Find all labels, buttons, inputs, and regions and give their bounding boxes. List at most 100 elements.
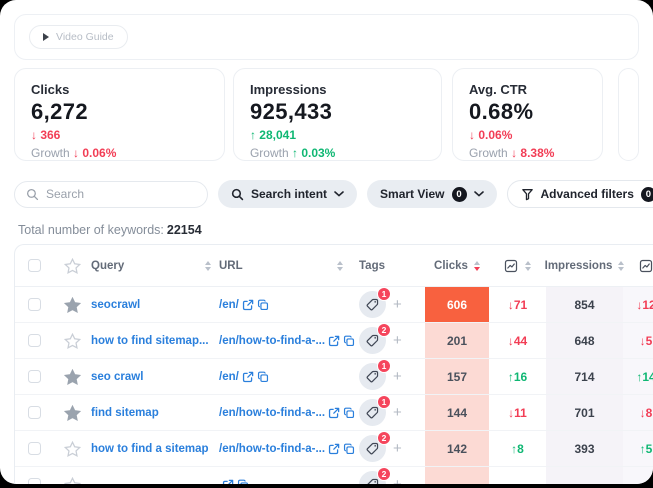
tag-icon	[366, 334, 379, 347]
stat-growth: Growth ↓ 8.38%	[469, 146, 586, 160]
tag-count-badge: 1	[377, 395, 391, 409]
query-link[interactable]: seo crawl	[91, 371, 143, 383]
keywords-count: 22154	[167, 223, 202, 237]
star-toggle[interactable]	[64, 333, 81, 349]
external-link-icon[interactable]	[328, 443, 340, 455]
row-checkbox[interactable]	[28, 478, 41, 484]
row-checkbox[interactable]	[28, 334, 41, 347]
search-input[interactable]	[46, 187, 196, 201]
tag-count-badge: 2	[377, 323, 391, 337]
stat-growth: Growth ↓ 0.06%	[31, 146, 208, 160]
keywords-summary-label: Total number of keywords:	[18, 223, 164, 237]
sort-icon[interactable]	[205, 261, 211, 271]
growth-value: ↓ 0.06%	[73, 146, 116, 160]
copy-icon[interactable]	[257, 371, 269, 383]
clicks-delta: ↓11	[489, 395, 546, 430]
clicks-trend-chart-icon[interactable]	[504, 259, 518, 273]
star-toggle[interactable]	[64, 297, 81, 313]
search-icon	[26, 188, 39, 201]
url-link[interactable]: /en/how-to-find-a-...	[219, 335, 325, 347]
tag-count-badge: 2	[377, 467, 391, 481]
tag-icon	[366, 298, 379, 311]
row-checkbox[interactable]	[28, 406, 41, 419]
screenshot-stage: Video Guide Clicks 6,272 ↓ 366 Growth ↓ …	[0, 0, 653, 488]
copy-icon[interactable]	[257, 299, 269, 311]
table-header-row: Query URL Tags Clicks Impressions	[15, 245, 653, 287]
copy-icon[interactable]	[237, 479, 249, 485]
table-row: seocrawl /en/ 1 + 606 ↓71 854 ↓12	[15, 287, 653, 323]
filter-bar: Search intent Smart View 0 Advanced filt…	[14, 180, 639, 208]
url-link[interactable]: /en/how-to-find-a-...	[219, 443, 325, 455]
smart-view-label: Smart View	[380, 187, 444, 201]
star-column-header[interactable]	[64, 258, 81, 274]
header-impressions[interactable]: Impressions	[545, 260, 613, 272]
sort-icon[interactable]	[337, 261, 343, 271]
tag-button[interactable]: 1	[359, 363, 386, 390]
row-checkbox[interactable]	[28, 442, 41, 455]
clicks-delta: ↑8	[489, 431, 546, 466]
external-link-icon[interactable]	[242, 299, 254, 311]
growth-value: ↑ 0.03%	[292, 146, 335, 160]
star-toggle[interactable]	[64, 405, 81, 421]
row-checkbox[interactable]	[28, 370, 41, 383]
url-link[interactable]: /en/how-to-find-a-...	[219, 407, 325, 419]
stat-delta: ↑ 28,041	[250, 128, 425, 142]
stat-card-impressions: Impressions 925,433 ↑ 28,041 Growth ↑ 0.…	[233, 68, 442, 161]
external-link-icon[interactable]	[328, 407, 340, 419]
add-tag-button[interactable]: +	[393, 369, 402, 384]
tag-icon	[366, 478, 379, 484]
growth-label: Growth	[469, 146, 508, 160]
search-box[interactable]	[14, 181, 208, 208]
add-tag-button[interactable]: +	[393, 297, 402, 312]
star-toggle[interactable]	[64, 477, 81, 485]
impressions-value: 393	[546, 431, 623, 466]
app-window: Video Guide Clicks 6,272 ↓ 366 Growth ↓ …	[0, 0, 653, 484]
header-query[interactable]: Query	[91, 260, 124, 272]
funnel-icon	[521, 188, 534, 201]
table-row: how to find sitemap... /en/how-to-find-a…	[15, 323, 653, 359]
smart-view-button[interactable]: Smart View 0	[367, 180, 496, 208]
query-link[interactable]: find sitemap	[91, 407, 159, 419]
video-guide-button[interactable]: Video Guide	[29, 25, 128, 49]
impressions-trend-chart-icon[interactable]	[639, 259, 653, 273]
keywords-summary: Total number of keywords:22154	[18, 223, 653, 237]
header-clicks[interactable]: Clicks	[434, 260, 468, 272]
query-link[interactable]: how to find a sitemap	[91, 443, 209, 455]
external-link-icon[interactable]	[242, 371, 254, 383]
tag-button[interactable]: 2	[359, 435, 386, 462]
stat-card-avg-ctr: Avg. CTR 0.68% ↓ 0.06% Growth ↓ 8.38%	[452, 68, 603, 161]
sort-icon[interactable]	[525, 261, 531, 271]
header-url[interactable]: URL	[219, 260, 243, 272]
tag-button[interactable]: 1	[359, 291, 386, 318]
star-toggle[interactable]	[64, 441, 81, 457]
add-tag-button[interactable]: +	[393, 333, 402, 348]
advanced-filters-button[interactable]: Advanced filters 0	[507, 180, 653, 208]
tag-button[interactable]: 2	[359, 327, 386, 354]
url-link[interactable]: /en/	[219, 371, 239, 383]
tag-button[interactable]: 1	[359, 399, 386, 426]
tag-button[interactable]: 2	[359, 471, 386, 484]
search-intent-button[interactable]: Search intent	[218, 180, 357, 208]
clicks-value: 144	[425, 395, 489, 430]
select-all-checkbox[interactable]	[28, 259, 41, 272]
stat-card-clicks: Clicks 6,272 ↓ 366 Growth ↓ 0.06%	[14, 68, 225, 161]
star-toggle[interactable]	[64, 369, 81, 385]
stat-value: 6,272	[31, 99, 208, 125]
table-body: seocrawl /en/ 1 + 606 ↓71 854 ↓12	[15, 287, 653, 484]
impressions-delta: ↓8	[623, 395, 653, 430]
add-tag-button[interactable]: +	[393, 405, 402, 420]
add-tag-button[interactable]: +	[393, 441, 402, 456]
row-checkbox[interactable]	[28, 298, 41, 311]
stats-row: Clicks 6,272 ↓ 366 Growth ↓ 0.06% Impres…	[14, 68, 639, 161]
query-link[interactable]: seocrawl	[91, 299, 140, 311]
external-link-icon[interactable]	[328, 335, 340, 347]
clicks-value: 201	[425, 323, 489, 358]
stat-title: Impressions	[250, 82, 425, 97]
add-tag-button[interactable]: +	[393, 477, 402, 484]
query-link[interactable]: how to find sitemap...	[91, 335, 209, 347]
sort-icon-active[interactable]	[474, 261, 480, 271]
url-link[interactable]: /en/	[219, 299, 239, 311]
smart-view-count-badge: 0	[452, 187, 467, 202]
external-link-icon[interactable]	[222, 479, 234, 485]
impressions-value: 648	[546, 323, 623, 358]
